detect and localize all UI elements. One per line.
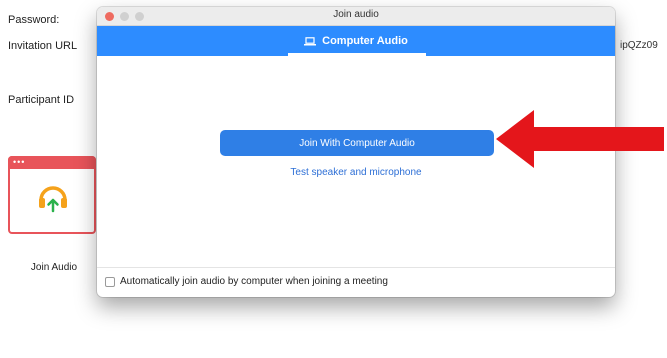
tile-dots-icon: ••• <box>13 157 26 167</box>
test-speaker-microphone-link[interactable]: Test speaker and microphone <box>97 167 615 178</box>
invitation-url-value: ipQZz09 <box>620 40 658 51</box>
participant-id-label: Participant ID <box>8 94 75 106</box>
tab-label: Computer Audio <box>322 35 408 47</box>
auto-join-checkbox[interactable] <box>105 277 115 287</box>
join-with-computer-audio-button[interactable]: Join With Computer Audio <box>220 130 494 156</box>
laptop-icon <box>304 36 317 45</box>
tab-bar: Computer Audio <box>97 26 615 56</box>
window-title: Join audio <box>333 9 379 20</box>
join-audio-tile[interactable]: ••• <box>8 156 96 234</box>
invitation-url-label: Invitation URL <box>8 40 78 52</box>
red-arrow-annotation <box>496 110 664 168</box>
tab-selected-indicator <box>288 53 426 56</box>
join-audio-caption: Join Audio <box>30 262 78 273</box>
title-bar[interactable]: Join audio <box>97 7 615 26</box>
headphones-icon <box>39 186 67 213</box>
tile-header-bar: ••• <box>8 156 96 169</box>
auto-join-label: Automatically join audio by computer whe… <box>120 276 388 287</box>
password-label: Password: <box>8 14 60 26</box>
footer-divider <box>97 267 615 268</box>
tab-computer-audio[interactable]: Computer Audio <box>97 26 615 56</box>
